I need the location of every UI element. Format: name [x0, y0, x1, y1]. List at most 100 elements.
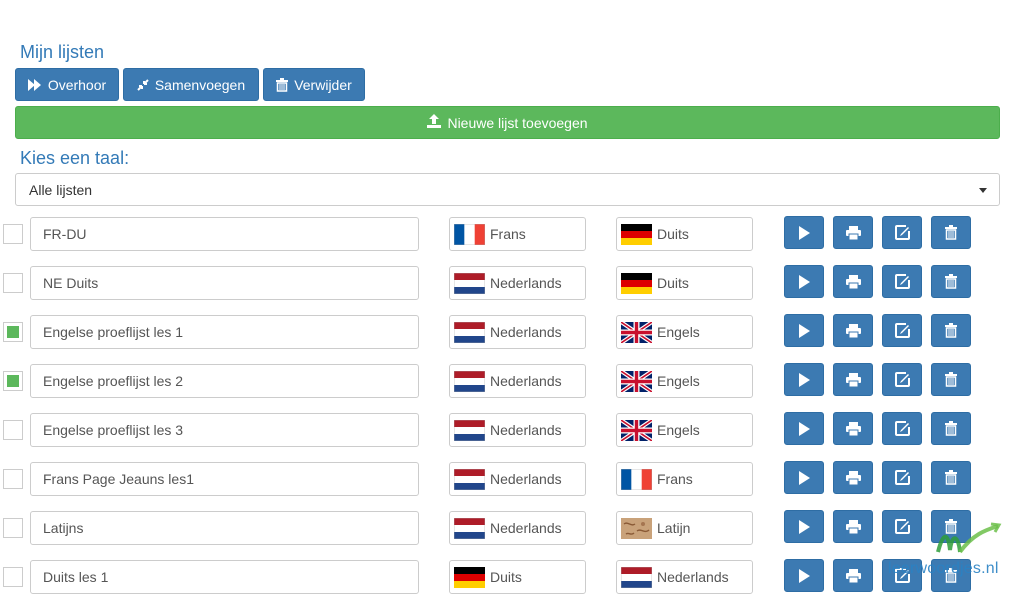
- source-language[interactable]: Nederlands: [449, 413, 586, 447]
- list-checkbox[interactable]: [3, 518, 23, 538]
- trash-icon: [945, 323, 957, 338]
- nl-flag-icon: [454, 321, 485, 343]
- list-checkbox[interactable]: [3, 273, 23, 293]
- nl-flag-icon: [454, 517, 485, 539]
- source-language[interactable]: Duits: [449, 560, 586, 594]
- source-language-label: Nederlands: [490, 422, 562, 438]
- samenvoegen-button[interactable]: Samenvoegen: [123, 68, 259, 101]
- target-language-label: Duits: [657, 275, 689, 291]
- la-flag-icon: [621, 517, 652, 539]
- target-language[interactable]: Engels: [616, 315, 753, 349]
- list-checkbox[interactable]: [3, 224, 23, 244]
- target-language[interactable]: Engels: [616, 413, 753, 447]
- target-language[interactable]: Frans: [616, 462, 753, 496]
- source-language[interactable]: Nederlands: [449, 462, 586, 496]
- edit-icon: [894, 470, 910, 485]
- delete-button[interactable]: [931, 265, 971, 298]
- edit-button[interactable]: [882, 265, 922, 298]
- play-icon: [798, 421, 810, 436]
- language-heading: Kies een taal:: [20, 148, 130, 168]
- play-button[interactable]: [784, 559, 824, 592]
- play-button[interactable]: [784, 363, 824, 396]
- overhoor-button[interactable]: Overhoor: [15, 68, 119, 101]
- list-row: FR-DU Frans Duits: [0, 216, 1009, 251]
- trash-icon: [945, 274, 957, 289]
- target-language[interactable]: Nederlands: [616, 560, 753, 594]
- print-button[interactable]: [833, 265, 873, 298]
- print-button[interactable]: [833, 363, 873, 396]
- list-name-field[interactable]: FR-DU: [30, 217, 419, 251]
- list-name-field[interactable]: Engelse proeflijst les 1: [30, 315, 419, 349]
- play-button[interactable]: [784, 314, 824, 347]
- delete-button[interactable]: [931, 363, 971, 396]
- merge-arrows-icon: [137, 78, 149, 91]
- list-checkbox[interactable]: [3, 469, 23, 489]
- source-language[interactable]: Nederlands: [449, 315, 586, 349]
- list-name-field[interactable]: Engelse proeflijst les 2: [30, 364, 419, 398]
- list-checkbox[interactable]: [3, 371, 23, 391]
- edit-button[interactable]: [882, 412, 922, 445]
- delete-button[interactable]: [931, 412, 971, 445]
- trash-icon: [945, 421, 957, 436]
- play-button[interactable]: [784, 216, 824, 249]
- verwijder-button[interactable]: Verwijder: [263, 68, 365, 101]
- uk-flag-icon: [621, 370, 652, 392]
- delete-button[interactable]: [931, 510, 971, 543]
- edit-button[interactable]: [882, 510, 922, 543]
- edit-button[interactable]: [882, 461, 922, 494]
- edit-icon: [894, 372, 910, 387]
- edit-icon: [894, 225, 910, 240]
- target-language[interactable]: Latijn: [616, 511, 753, 545]
- edit-icon: [894, 568, 910, 583]
- list-checkbox[interactable]: [3, 567, 23, 587]
- trash-icon: [276, 77, 289, 92]
- source-language[interactable]: Nederlands: [449, 511, 586, 545]
- play-button[interactable]: [784, 461, 824, 494]
- list-name-field[interactable]: NE Duits: [30, 266, 419, 300]
- delete-button[interactable]: [931, 559, 971, 592]
- source-language-label: Nederlands: [490, 373, 562, 389]
- language-select[interactable]: Alle lijsten: [15, 173, 1000, 206]
- print-button[interactable]: [833, 559, 873, 592]
- edit-button[interactable]: [882, 314, 922, 347]
- play-button[interactable]: [784, 412, 824, 445]
- trash-icon: [945, 372, 957, 387]
- trash-icon: [945, 568, 957, 583]
- new-list-button[interactable]: Nieuwe lijst toevoegen: [15, 106, 1000, 139]
- play-button[interactable]: [784, 265, 824, 298]
- de-flag-icon: [621, 223, 652, 245]
- print-button[interactable]: [833, 510, 873, 543]
- list-checkbox[interactable]: [3, 420, 23, 440]
- delete-button[interactable]: [931, 461, 971, 494]
- source-language[interactable]: Nederlands: [449, 266, 586, 300]
- print-button[interactable]: [833, 412, 873, 445]
- edit-button[interactable]: [882, 559, 922, 592]
- list-name-field[interactable]: Latijns: [30, 511, 419, 545]
- source-language[interactable]: Frans: [449, 217, 586, 251]
- print-icon: [845, 323, 861, 338]
- list-name-field[interactable]: Frans Page Jeauns les1: [30, 462, 419, 496]
- delete-button[interactable]: [931, 216, 971, 249]
- target-language[interactable]: Duits: [616, 217, 753, 251]
- play-button[interactable]: [784, 510, 824, 543]
- list-name-field[interactable]: Engelse proeflijst les 3: [30, 413, 419, 447]
- nl-flag-icon: [454, 468, 485, 490]
- edit-button[interactable]: [882, 216, 922, 249]
- list-row: NE Duits Nederlands Duits: [0, 265, 1009, 300]
- list-name-field[interactable]: Duits les 1: [30, 560, 419, 594]
- source-language[interactable]: Nederlands: [449, 364, 586, 398]
- list-name: Engelse proeflijst les 1: [43, 324, 184, 340]
- list-name: Latijns: [43, 520, 84, 536]
- delete-button[interactable]: [931, 314, 971, 347]
- edit-button[interactable]: [882, 363, 922, 396]
- source-language-label: Nederlands: [490, 520, 562, 536]
- print-button[interactable]: [833, 461, 873, 494]
- print-button[interactable]: [833, 314, 873, 347]
- list-checkbox[interactable]: [3, 322, 23, 342]
- print-button[interactable]: [833, 216, 873, 249]
- target-language[interactable]: Duits: [616, 266, 753, 300]
- target-language-label: Duits: [657, 226, 689, 242]
- target-language[interactable]: Engels: [616, 364, 753, 398]
- play-icon: [798, 323, 810, 338]
- play-icon: [798, 225, 810, 240]
